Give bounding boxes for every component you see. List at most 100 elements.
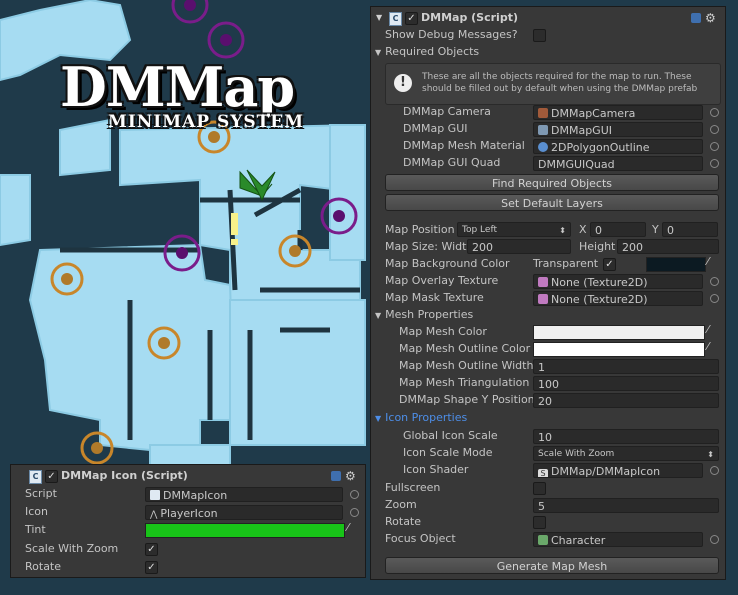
foldout-arrow-icon[interactable]: ▼: [376, 8, 382, 28]
eyedropper-icon[interactable]: ⁄: [707, 340, 709, 353]
size-label: Map Size: Width: [385, 240, 474, 253]
gear-icon[interactable]: ⚙: [345, 466, 356, 486]
tint-color-swatch[interactable]: [145, 523, 345, 538]
transparent-checkbox[interactable]: ✓: [603, 258, 616, 271]
x-label: X: [579, 223, 587, 236]
mesh-outline-width-field[interactable]: 1: [533, 359, 719, 374]
position-label: Map Position: [385, 223, 455, 236]
global-scale-field[interactable]: 10: [533, 429, 719, 444]
icon-icon-label: Icon: [25, 505, 48, 518]
gui-label: DMMap GUI: [403, 122, 468, 135]
overlay-field[interactable]: None (Texture2D): [533, 274, 703, 289]
icon-icon-picker-icon[interactable]: [350, 508, 359, 517]
shader-icon: S: [538, 469, 548, 477]
mask-picker-icon[interactable]: [710, 294, 719, 303]
icon-script-header: C ✓ DMMap Icon (Script) ⚙: [11, 466, 365, 486]
height-field[interactable]: 200: [617, 239, 719, 254]
fullscreen-checkbox[interactable]: [533, 482, 546, 495]
info-box: ! These are all the objects required for…: [385, 63, 721, 105]
scale-mode-dropdown[interactable]: Scale With Zoom ⬍: [533, 446, 719, 461]
height-label: Height: [579, 240, 616, 253]
mesh-triangulation-field[interactable]: 100: [533, 376, 719, 391]
logo-subtitle: MINIMAP SYSTEM: [108, 112, 305, 132]
camera-icon: [538, 108, 548, 118]
icon-script-enabled-checkbox[interactable]: ✓: [45, 470, 58, 483]
find-required-objects-button[interactable]: Find Required Objects: [385, 174, 719, 191]
mesh-outline-color-swatch[interactable]: [533, 342, 705, 357]
dmmap-icon-inspector: C ✓ DMMap Icon (Script) ⚙ Script DMMapIc…: [10, 464, 366, 578]
icon-properties-label: Icon Properties: [385, 411, 468, 424]
icon-script-field[interactable]: DMMapIcon: [145, 487, 343, 502]
focus-field[interactable]: Character: [533, 532, 703, 547]
shape-y-label: DMMap Shape Y Position: [399, 393, 535, 406]
generate-map-mesh-button[interactable]: Generate Map Mesh: [385, 557, 719, 574]
dmmap-logo: DMMap MINIMAP SYSTEM: [60, 55, 303, 132]
material-field[interactable]: 2DPolygonOutline: [533, 139, 703, 154]
gui-field[interactable]: DMMapGUI: [533, 122, 703, 137]
mesh-properties-label: Mesh Properties: [385, 308, 474, 321]
focus-label: Focus Object: [385, 532, 456, 545]
gui-picker-icon[interactable]: [710, 125, 719, 134]
texture-icon: [538, 294, 548, 304]
tint-label: Tint: [25, 523, 46, 536]
gameobject-icon: [538, 125, 548, 135]
focus-picker-icon[interactable]: [710, 535, 719, 544]
overlay-picker-icon[interactable]: [710, 277, 719, 286]
dmmap-script-inspector: ▼ C ✓ DMMap (Script) ⚙ Show Debug Messag…: [370, 6, 726, 580]
camera-field[interactable]: DMMapCamera: [533, 105, 703, 120]
foldout-arrow-icon: ▼: [375, 311, 382, 320]
debug-checkbox[interactable]: [533, 29, 546, 42]
rotate-checkbox[interactable]: [533, 516, 546, 529]
eyedropper-icon[interactable]: ⁄: [347, 521, 349, 534]
quad-label: DMMap GUI Quad: [403, 156, 501, 169]
material-picker-icon[interactable]: [710, 142, 719, 151]
icon-rotate-checkbox[interactable]: ✓: [145, 561, 158, 574]
shader-field[interactable]: S DMMap/DMMapIcon: [533, 463, 703, 478]
mesh-outline-color-label: Map Mesh Outline Color: [399, 342, 531, 355]
position-dropdown[interactable]: Top Left ⬍: [457, 222, 571, 237]
book-icon[interactable]: [331, 471, 341, 481]
dropdown-arrow-icon: ⬍: [559, 226, 566, 235]
icon-icon-field[interactable]: ⋀ PlayerIcon: [145, 505, 343, 520]
script-enabled-checkbox[interactable]: ✓: [405, 12, 418, 25]
mesh-outline-width-label: Map Mesh Outline Width: [399, 359, 534, 372]
overlay-label: Map Overlay Texture: [385, 274, 499, 287]
eyedropper-icon[interactable]: ⁄: [707, 255, 709, 268]
required-objects-foldout[interactable]: ▼ Required Objects: [375, 43, 479, 60]
required-objects-label: Required Objects: [385, 45, 480, 58]
width-field[interactable]: 200: [467, 239, 571, 254]
quad-picker-icon[interactable]: [710, 159, 719, 168]
icon-script-picker-icon[interactable]: [350, 490, 359, 499]
shader-picker-icon[interactable]: [710, 466, 719, 475]
set-default-layers-button[interactable]: Set Default Layers: [385, 194, 719, 211]
eyedropper-icon[interactable]: ⁄: [707, 323, 709, 336]
icon-script-header-title: DMMap Icon (Script): [61, 469, 188, 482]
scale-with-zoom-checkbox[interactable]: ✓: [145, 543, 158, 556]
camera-picker-icon[interactable]: [710, 108, 719, 117]
gear-icon[interactable]: ⚙: [705, 8, 716, 28]
icon-properties-foldout[interactable]: ▼ Icon Properties: [375, 409, 467, 426]
script-file-icon: C: [29, 470, 42, 484]
logo-title: DMMap: [60, 55, 295, 119]
mesh-triangulation-label: Map Mesh Triangulation: [399, 376, 530, 389]
rotate-label: Rotate: [385, 515, 422, 528]
x-field[interactable]: 0: [590, 222, 646, 237]
scale-with-zoom-label: Scale With Zoom: [25, 542, 119, 555]
sprite-icon: ⋀: [150, 510, 158, 520]
dropdown-arrow-icon: ⬍: [707, 450, 714, 459]
y-field[interactable]: 0: [662, 222, 718, 237]
zoom-field[interactable]: 5: [533, 498, 719, 513]
mesh-color-swatch[interactable]: [533, 325, 705, 340]
scale-mode-label: Icon Scale Mode: [403, 446, 493, 459]
material-icon: [538, 142, 548, 152]
shape-y-field[interactable]: 20: [533, 393, 719, 408]
book-icon[interactable]: [691, 13, 701, 23]
foldout-arrow-icon: ▼: [375, 48, 382, 57]
quad-field[interactable]: DMMGUIQuad: [533, 156, 703, 171]
bg-color-swatch[interactable]: [646, 257, 706, 272]
mesh-properties-foldout[interactable]: ▼ Mesh Properties: [375, 306, 473, 323]
camera-label: DMMap Camera: [403, 105, 491, 118]
material-label: DMMap Mesh Material: [403, 139, 525, 152]
mask-field[interactable]: None (Texture2D): [533, 291, 703, 306]
script-header-title: DMMap (Script): [421, 11, 518, 24]
